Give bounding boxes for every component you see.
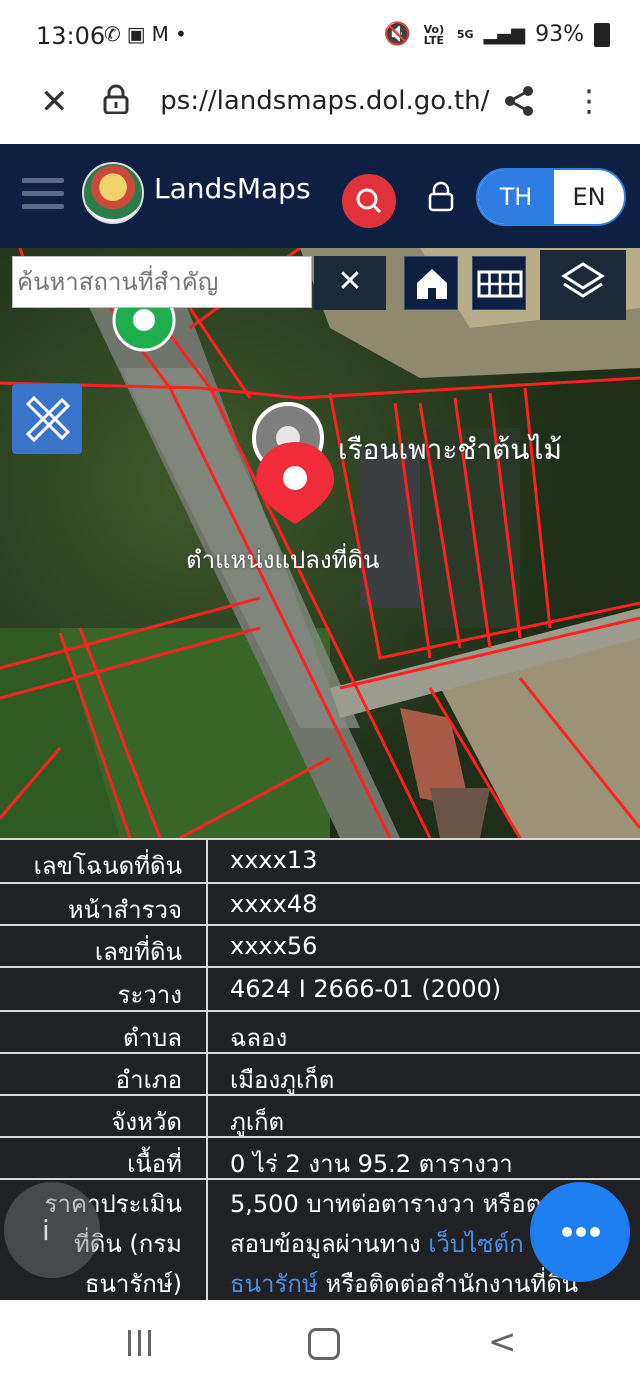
- lock-icon[interactable]: [102, 84, 130, 114]
- dot-icon: •: [174, 22, 193, 46]
- status-bar: 13:06 ✆▣M• 🔇 Vo) LTE 5G ▂▄▆ 93%: [0, 0, 640, 72]
- battery-level: 93%: [535, 22, 584, 47]
- table-row: เนื้อที่ 0 ไร่ 2 งาน 95.2 ตารางวา: [0, 1136, 640, 1178]
- table-row: จังหวัด ภูเก็ต: [0, 1094, 640, 1136]
- network-indicator: 5G: [456, 28, 474, 41]
- clear-search-button[interactable]: ✕: [314, 256, 386, 310]
- menu-icon[interactable]: [22, 178, 64, 210]
- grid-button[interactable]: [472, 256, 526, 310]
- language-toggle[interactable]: TH EN: [476, 168, 626, 226]
- more-dots-icon: [562, 1227, 572, 1237]
- lang-th-option[interactable]: TH: [478, 170, 554, 224]
- more-actions-fab[interactable]: [530, 1182, 630, 1282]
- treasury-link[interactable]: ธนารักษ์: [230, 1270, 318, 1298]
- map-place-label: เรือนเพาะชำต้นไม้: [338, 433, 562, 466]
- notification-icons: ✆▣M•: [104, 22, 193, 46]
- table-row: เลขโฉนดที่ดิน xxxx13: [0, 838, 640, 882]
- mute-icon: 🔇: [383, 22, 411, 47]
- row-label: ระวาง: [117, 981, 182, 1009]
- more-dots-icon: [590, 1227, 600, 1237]
- table-row: ตำบล ฉลอง: [0, 1010, 640, 1052]
- volte-indicator: Vo) LTE: [423, 22, 445, 47]
- row-value: ฉลอง: [206, 1012, 640, 1052]
- back-nav-icon[interactable]: <: [488, 1322, 517, 1362]
- info-fab-button[interactable]: i: [4, 1182, 100, 1278]
- treasury-website-link[interactable]: เว็บไซต์ก: [428, 1230, 523, 1258]
- ruler-pencil-icon: [25, 395, 71, 443]
- map-pin-label: ตำแหน่งแปลงที่ดิน: [186, 546, 380, 574]
- home-nav-icon[interactable]: [308, 1328, 340, 1360]
- row-value: xxxx56: [206, 926, 640, 966]
- lang-en-option[interactable]: EN: [554, 170, 624, 224]
- search-icon: [356, 188, 382, 214]
- close-tab-icon[interactable]: ✕: [40, 82, 69, 122]
- measure-tool-button[interactable]: [12, 384, 82, 454]
- row-value: xxxx13: [206, 840, 640, 882]
- row-label: เลขโฉนดที่ดิน: [33, 852, 182, 880]
- row-value: 0 ไร่ 2 งาน 95.2 ตารางวา: [206, 1138, 640, 1178]
- row-value: xxxx48: [206, 884, 640, 924]
- map-canvas[interactable]: เรือนเพาะชำต้นไม้ ตำแหน่งแปลงที่ดิน: [0, 248, 640, 838]
- row-value: 4624 I 2666-01 (2000): [206, 968, 640, 1010]
- layers-icon: [561, 262, 605, 298]
- grid-icon: [477, 270, 523, 298]
- row-value: ภูเก็ต: [206, 1096, 640, 1136]
- recent-apps-icon[interactable]: [128, 1330, 158, 1356]
- more-options-icon[interactable]: ⋮: [574, 84, 604, 119]
- signal-icon: ▂▄▆: [483, 24, 526, 45]
- table-row: เลขที่ดิน xxxx56: [0, 924, 640, 966]
- more-dots-icon: [576, 1227, 586, 1237]
- home-button[interactable]: [404, 256, 458, 310]
- share-icon[interactable]: [502, 84, 536, 118]
- gmail-icon: M: [151, 22, 175, 46]
- table-row: ระวาง 4624 I 2666-01 (2000): [0, 966, 640, 1010]
- url-field[interactable]: ps://landsmaps.dol.go.th/: [152, 86, 489, 116]
- brand-title: LandsMaps: [154, 172, 311, 205]
- search-button[interactable]: [342, 174, 396, 228]
- table-row: อำเภอ เมืองภูเก็ต: [0, 1052, 640, 1094]
- table-row: หน้าสำรวจ xxxx48: [0, 882, 640, 924]
- status-time: 13:06: [36, 22, 106, 50]
- place-search-box[interactable]: [12, 256, 312, 308]
- layers-button[interactable]: [540, 250, 626, 320]
- department-logo: [82, 162, 144, 224]
- row-value: เมืองภูเก็ต: [206, 1054, 640, 1094]
- login-lock-icon[interactable]: [426, 180, 456, 212]
- battery-icon: [594, 22, 610, 47]
- home-icon: [417, 269, 447, 299]
- gallery-icon: ▣: [126, 22, 152, 46]
- status-right: 🔇 Vo) LTE 5G ▂▄▆ 93%: [383, 22, 610, 47]
- place-search-input[interactable]: [13, 257, 309, 307]
- messenger-icon: ✆: [104, 22, 127, 46]
- info-icon: i: [42, 1214, 50, 1247]
